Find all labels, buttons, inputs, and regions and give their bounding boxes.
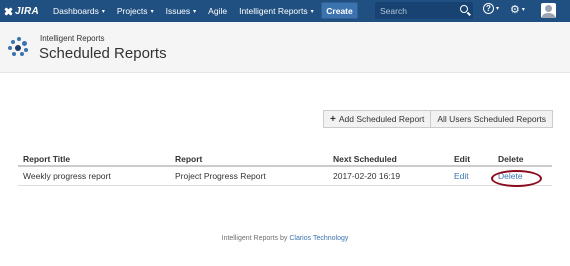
intelligent-reports-logo-icon [8,37,30,57]
search-input[interactable]: Search [375,2,473,19]
action-button-group: + Add Scheduled Report All Users Schedul… [323,110,554,128]
page-footer: Intelligent Reports by Clarios Technolog… [0,235,570,242]
nav-intelligent-reports[interactable]: Intelligent Reports ▾ [233,0,320,22]
column-header-report-title: Report Title [23,154,71,164]
add-scheduled-report-button[interactable]: + Add Scheduled Report [323,110,432,128]
footer-company-link[interactable]: Clarios Technology [289,235,348,242]
column-header-report: Report [175,154,203,164]
chevron-down-icon: ▾ [521,7,525,13]
chevron-down-icon: ▾ [193,8,197,15]
nav-intelligent-reports-label: Intelligent Reports [239,6,308,16]
help-icon: ? [483,3,494,14]
nav-projects-label: Projects [116,6,148,16]
nav-agile[interactable]: Agile [202,0,233,22]
chevron-down-icon: ▾ [310,8,314,15]
page-title: Scheduled Reports [39,45,167,62]
nav-issues-label: Issues [165,6,191,16]
report-title-cell: Weekly progress report [23,171,111,181]
chevron-down-icon: ▾ [150,8,154,15]
nav-agile-label: Agile [208,6,228,16]
delete-highlight-annotation [491,170,542,187]
search-placeholder: Search [380,5,407,16]
nav-dashboards[interactable]: Dashboards ▾ [47,0,111,22]
nav-projects[interactable]: Projects ▾ [111,0,160,22]
edit-link[interactable]: Edit [454,171,469,181]
table-header-row: Report Title Report Next Scheduled Edit … [18,150,552,167]
jira-logo-icon [4,7,13,16]
chevron-down-icon: ▾ [496,6,500,12]
scheduled-reports-table: Report Title Report Next Scheduled Edit … [18,150,552,186]
gear-icon: ⚙ [510,4,520,16]
settings-menu[interactable]: ⚙ ▾ [510,3,525,16]
search-icon[interactable] [460,5,468,13]
user-avatar[interactable] [541,3,556,18]
table-row: Weekly progress report Project Progress … [18,167,552,186]
app-name: Intelligent Reports [40,34,105,43]
column-header-next-scheduled: Next Scheduled [333,154,397,164]
nav-dashboards-label: Dashboards [52,6,99,16]
chevron-down-icon: ▾ [101,8,105,15]
create-button[interactable]: Create [321,2,358,19]
report-name-cell: Project Progress Report [175,171,266,181]
page-header: Intelligent Reports Scheduled Reports [0,22,570,73]
all-users-scheduled-reports-button[interactable]: All Users Scheduled Reports [431,110,554,128]
help-menu[interactable]: ? ▾ [483,3,499,14]
jira-logo[interactable]: JIRA [4,6,39,17]
footer-text: Intelligent Reports by [221,235,288,242]
plus-icon: + [330,113,336,125]
next-scheduled-cell: 2017-02-20 16:19 [333,171,401,181]
add-scheduled-report-label: Add Scheduled Report [338,114,425,124]
nav-issues[interactable]: Issues ▾ [160,0,203,22]
column-header-edit: Edit [454,154,471,164]
jira-logo-text: JIRA [15,5,39,17]
column-header-delete: Delete [498,154,524,164]
